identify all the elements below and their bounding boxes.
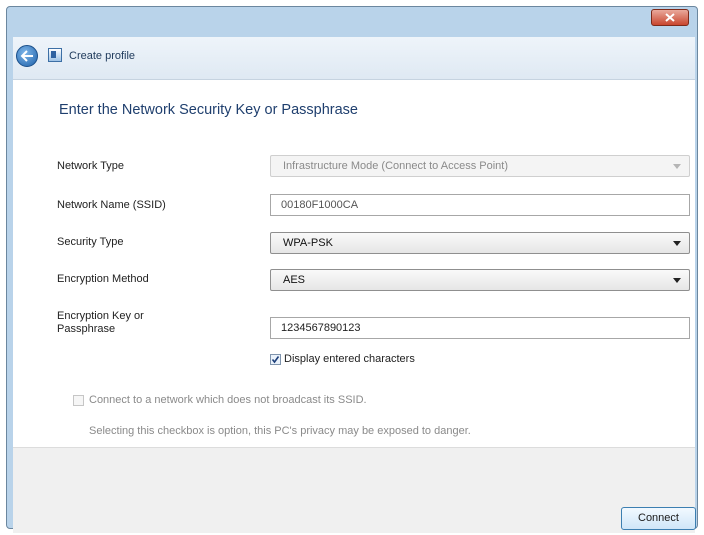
encryption-method-label: Encryption Method xyxy=(57,273,149,285)
encryption-method-value: AES xyxy=(283,274,306,286)
page-heading: Enter the Network Security Key or Passph… xyxy=(59,102,358,118)
network-name-field[interactable]: 00180F1000CA xyxy=(270,194,690,216)
back-arrow-icon xyxy=(20,50,33,62)
security-type-select[interactable]: WPA-PSK xyxy=(270,232,690,254)
network-app-icon xyxy=(48,48,62,62)
hidden-ssid-note: Selecting this checkbox is option, this … xyxy=(89,425,471,437)
encryption-key-label: Encryption Key or Passphrase xyxy=(57,310,144,336)
display-characters-checkbox[interactable] xyxy=(270,354,281,365)
hidden-ssid-label: Connect to a network which does not broa… xyxy=(89,394,367,406)
encryption-key-label-line1: Encryption Key or xyxy=(57,310,144,322)
checkmark-icon xyxy=(271,356,280,364)
network-type-label: Network Type xyxy=(57,160,125,172)
close-button[interactable] xyxy=(651,9,689,26)
network-name-label: Network Name (SSID) xyxy=(57,199,166,211)
encryption-method-select[interactable]: AES xyxy=(270,269,690,291)
network-type-select: Infrastructure Mode (Connect to Access P… xyxy=(270,155,690,177)
encryption-key-label-line2: Passphrase xyxy=(57,323,116,335)
back-button[interactable] xyxy=(16,45,38,67)
chevron-down-icon xyxy=(673,278,681,283)
chevron-down-icon xyxy=(673,241,681,246)
display-characters-label: Display entered characters xyxy=(284,353,415,365)
hidden-ssid-checkbox[interactable] xyxy=(73,395,84,406)
dialog-window: Create profile Enter the Network Securit… xyxy=(6,6,698,533)
content-area: Enter the Network Security Key or Passph… xyxy=(13,80,695,447)
connect-button[interactable]: Connect xyxy=(621,507,696,530)
dialog-footer: Connect xyxy=(13,447,696,533)
network-type-value: Infrastructure Mode (Connect to Access P… xyxy=(283,160,508,172)
security-type-label: Security Type xyxy=(57,236,124,248)
close-icon xyxy=(665,13,675,22)
navigation-bar: Create profile xyxy=(13,37,695,80)
encryption-key-field[interactable]: 1234567890123 xyxy=(270,317,690,339)
security-type-value: WPA-PSK xyxy=(283,237,333,249)
chevron-down-icon xyxy=(673,164,681,169)
window-title: Create profile xyxy=(69,50,136,62)
